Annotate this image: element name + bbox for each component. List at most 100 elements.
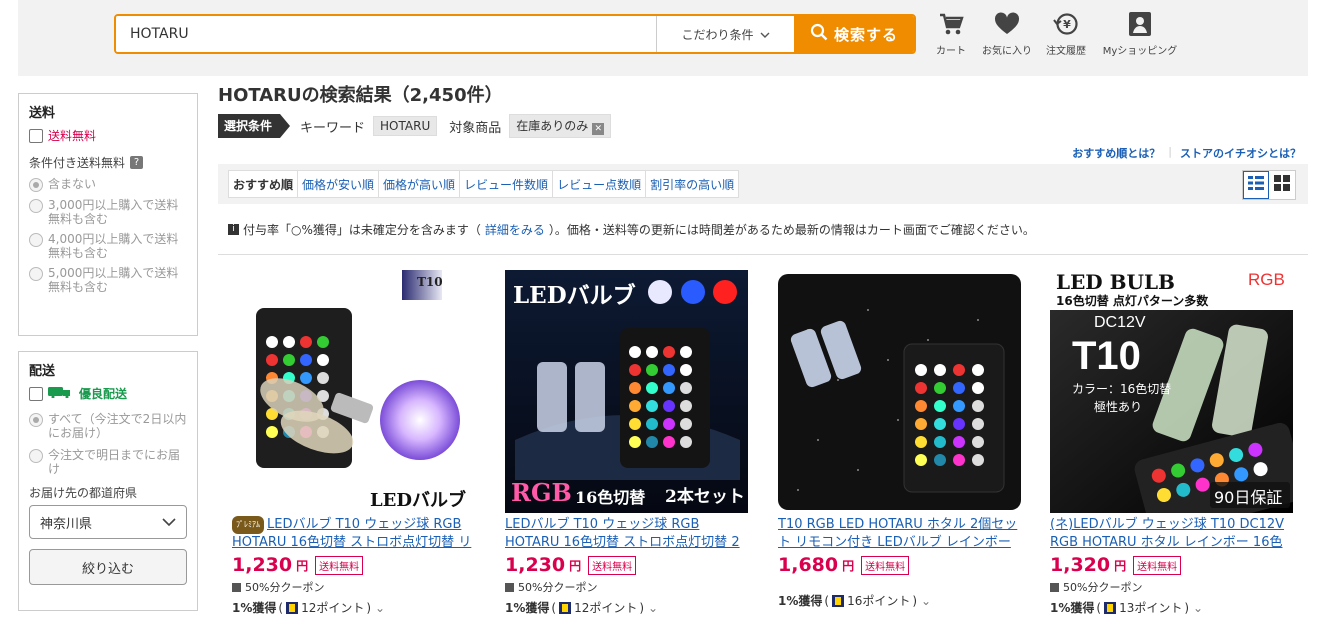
free-shipping-label: 送料無料 <box>48 129 97 143</box>
product-image[interactable]: LEDバルブ RGB 16色切替 2本セット <box>505 270 748 513</box>
free-shipping-badge: 送料無料 <box>315 555 364 575</box>
shipping-option[interactable]: 5,000円以上購入で送料無料も含む <box>29 266 187 294</box>
product-price: 1,230 <box>232 554 293 576</box>
coupon-icon <box>505 582 514 592</box>
image-text-dc12v: DC12V <box>1094 314 1146 331</box>
selected-conditions: 選択条件 キーワード HOTARU 対象商品 在庫ありのみ ✕ <box>218 114 612 138</box>
image-text-led-bulb: LEDバルブ <box>513 282 636 309</box>
store-pick-help-link[interactable]: ストアのイチオシとは？ <box>1180 145 1301 161</box>
price-row: 1,320 円送料無料 <box>1050 554 1293 576</box>
conditional-free-shipping-label: 条件付き送料無料 <box>29 156 126 170</box>
product-title[interactable]: LEDバルブ T10 ウェッジ球 RGB HOTARU 16色切替 ストロボ点灯… <box>505 516 748 552</box>
shipping-option-label: 4,000円以上購入で送料無料も含む <box>48 232 179 260</box>
conditions-dropdown[interactable]: こだわり条件 <box>656 16 794 52</box>
chevron-down-icon: ⌄ <box>921 593 932 608</box>
excellent-delivery-label: 優良配送 <box>79 387 128 401</box>
my-shopping-link[interactable]: Myショッピング <box>1094 10 1186 57</box>
conditions-label: こだわり条件 <box>681 27 754 42</box>
points-value: 12ポイント <box>574 601 638 615</box>
coupon-icon <box>1050 582 1059 592</box>
sort-tab-review-score[interactable]: レビュー点数順 <box>553 171 647 197</box>
target-chip[interactable]: 在庫ありのみ ✕ <box>509 114 612 138</box>
shipping-option[interactable]: 含まない <box>29 177 187 192</box>
radio-button[interactable] <box>29 267 43 281</box>
product-image[interactable]: LED BULB RGB 16色切替 点灯パターン多数 DC12V T10 カラ… <box>1050 270 1293 513</box>
sort-tab-price-low[interactable]: 価格が安い順 <box>298 171 380 197</box>
points-value: 12ポイント <box>301 601 365 615</box>
shipping-option[interactable]: 4,000円以上購入で送料無料も含む <box>29 232 187 260</box>
page-title: HOTARUの検索結果（2,450件） <box>218 85 503 106</box>
free-shipping-badge: 送料無料 <box>588 555 637 575</box>
product-title-link[interactable]: ﾌﾟﾚﾐｱﾑ LEDバルブ T10 ウェッジ球 RGB HOTARU 16色切替 … <box>232 516 475 552</box>
coupon-row[interactable]: 50%分クーポン <box>1050 579 1293 595</box>
free-shipping-badge: 送料無料 <box>861 555 910 575</box>
points-row[interactable]: 1%獲得(16ポイント) ⌄ <box>778 592 1021 609</box>
points-row[interactable]: 1%獲得(13ポイント) ⌄ <box>1050 599 1293 616</box>
delivery-option[interactable]: すべて（今注文で2日以内にお届け） <box>29 412 187 440</box>
sort-tab-review-count[interactable]: レビュー件数順 <box>460 171 554 197</box>
radio-button[interactable] <box>29 199 43 213</box>
points-percent: 1%獲得 <box>1050 601 1095 615</box>
close-icon[interactable]: ✕ <box>592 123 605 135</box>
product-title: LEDバルブ T10 ウェッジ球 RGB HOTARU 16色切替 ストロボ点灯… <box>232 517 472 550</box>
shipping-option[interactable]: 3,000円以上購入で送料無料も含む <box>29 198 187 226</box>
product-price: 1,680 <box>778 554 839 576</box>
svg-text:¥: ¥ <box>1063 18 1071 31</box>
separator: | <box>1168 145 1172 158</box>
product-image[interactable]: T10 LEDバルブ <box>232 270 475 513</box>
points-value: 16ポイント <box>847 594 911 608</box>
product-title[interactable]: T10 RGB LED HOTARU ホタル 2個セット リモコン付き LEDバ… <box>778 516 1021 552</box>
coupon-row[interactable]: 50%分クーポン <box>505 579 748 595</box>
grid-view-button[interactable] <box>1269 171 1295 199</box>
product-title[interactable]: (ネ)LEDバルブ ウェッジ球 T10 DC12V RGB HOTARU ホタル… <box>1050 516 1293 552</box>
order-history-link[interactable]: ¥ 注文履歴 <box>1038 10 1094 57</box>
recommend-help-link[interactable]: おすすめ順とは？ <box>1072 145 1160 161</box>
search-icon <box>810 23 828 45</box>
product-card: LEDバルブ RGB 16色切替 2本セット LEDバルブ T10 ウェッジ球 … <box>505 270 748 616</box>
points-row[interactable]: 1%獲得(12ポイント) ⌄ <box>232 599 475 616</box>
paren-close: ) <box>639 600 645 615</box>
yen-label: 円 <box>842 558 855 573</box>
favorites-link[interactable]: お気に入り <box>976 10 1038 57</box>
radio-button[interactable] <box>29 449 43 463</box>
delivery-option-label: 今注文で明日までにお届け <box>48 448 181 476</box>
radio-button[interactable] <box>29 413 43 427</box>
product-image[interactable] <box>778 270 1021 513</box>
excellent-delivery-checkbox[interactable] <box>29 386 43 401</box>
coupon-label: 50%分クーポン <box>518 581 598 594</box>
excellent-delivery-checkbox-row[interactable]: 優良配送 <box>29 385 187 402</box>
cart-link[interactable]: カート <box>926 10 976 57</box>
free-shipping-checkbox-row[interactable]: 送料無料 <box>29 127 187 144</box>
price-row: 1,230 円送料無料 <box>232 554 475 576</box>
sort-tab-price-high[interactable]: 価格が高い順 <box>379 171 461 197</box>
sort-tab-recommended[interactable]: おすすめ順 <box>229 171 299 197</box>
product-price: 1,320 <box>1050 554 1111 576</box>
prefecture-select[interactable]: 神奈川県 <box>29 505 187 539</box>
list-view-button[interactable] <box>1243 171 1269 199</box>
radio-button[interactable] <box>29 233 43 247</box>
image-text-polarity: 極性あり <box>1094 400 1143 414</box>
delivery-title: 配送 <box>29 364 56 379</box>
chevron-down-icon: ⌄ <box>648 600 659 615</box>
header-icons: カート お気に入り ¥ 注文履歴 Myショッピング <box>926 10 1186 57</box>
image-text-led-bulb: LEDバルブ <box>370 490 466 511</box>
notice-detail-link[interactable]: 詳細をみる <box>485 221 545 238</box>
coupon-row[interactable]: 50%分クーポン <box>232 579 475 595</box>
points-row[interactable]: 1%獲得(12ポイント) ⌄ <box>505 599 748 616</box>
help-icon[interactable]: ? <box>130 156 144 169</box>
search-bar: こだわり条件 検索する <box>114 14 916 54</box>
selection-tag: 選択条件 <box>218 114 291 138</box>
search-button[interactable]: 検索する <box>794 16 914 52</box>
keyword-chip[interactable]: HOTARU <box>373 116 438 136</box>
t-point-icon <box>559 601 572 614</box>
search-button-label: 検索する <box>833 25 898 44</box>
radio-button[interactable] <box>29 178 43 192</box>
free-shipping-checkbox[interactable] <box>29 128 43 143</box>
search-input[interactable] <box>116 16 656 52</box>
t-point-icon <box>832 594 845 607</box>
narrow-down-button[interactable]: 絞り込む <box>29 549 187 585</box>
coupon-icon <box>232 582 241 592</box>
delivery-option[interactable]: 今注文で明日までにお届け <box>29 448 187 476</box>
sort-tab-discount[interactable]: 割引率の高い順 <box>646 171 738 197</box>
info-icon: i <box>228 224 239 235</box>
